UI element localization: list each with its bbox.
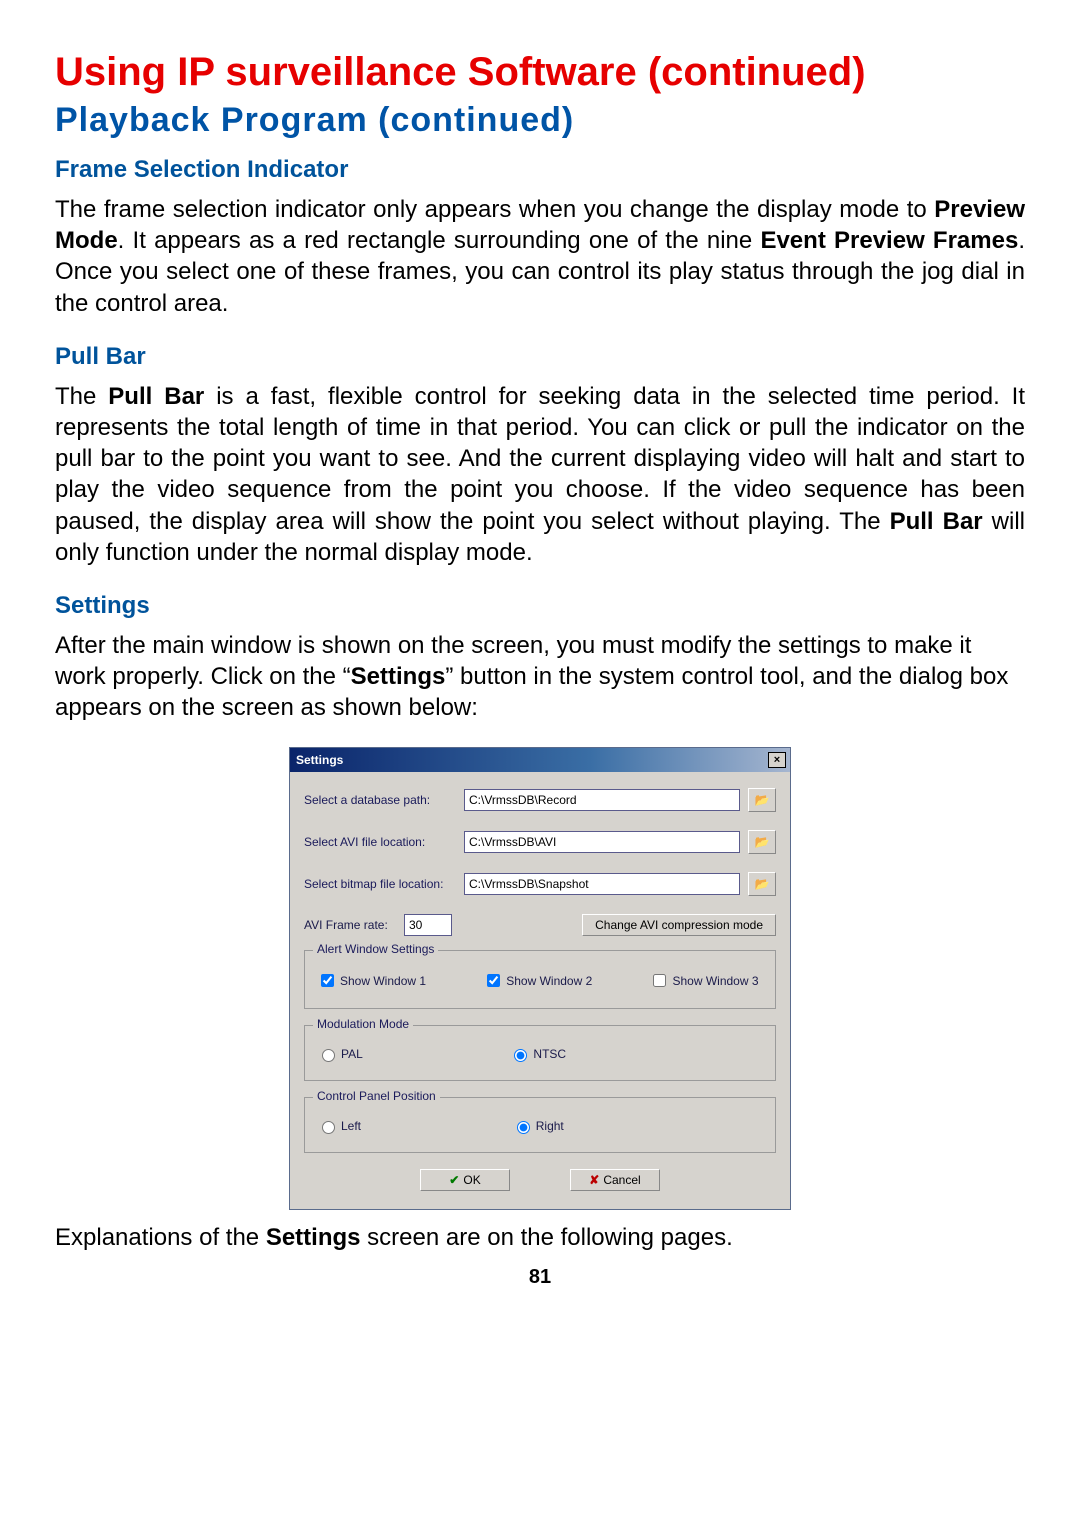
page-title-sub: Playback Program (continued) bbox=[55, 101, 1025, 140]
folder-icon bbox=[755, 877, 770, 891]
bmp-loc-input[interactable] bbox=[464, 873, 740, 895]
paragraph-settings: After the main window is shown on the sc… bbox=[55, 630, 1025, 724]
folder-icon bbox=[755, 793, 770, 807]
browse-bmp-button[interactable] bbox=[748, 872, 776, 896]
ntsc-radio[interactable]: NTSC bbox=[464, 1046, 611, 1062]
page-number: 81 bbox=[55, 1266, 1025, 1289]
modulation-group-title: Modulation Mode bbox=[313, 1017, 413, 1031]
change-avi-button[interactable]: Change AVI compression mode bbox=[582, 914, 776, 936]
paragraph-pull-bar: The Pull Bar is a fast, flexible control… bbox=[55, 381, 1025, 568]
page-title-main: Using IP surveillance Software (continue… bbox=[55, 50, 1025, 95]
show-window-2-checkbox[interactable]: Show Window 2 bbox=[464, 971, 611, 990]
avi-loc-label: Select AVI file location: bbox=[304, 835, 464, 849]
control-panel-group-title: Control Panel Position bbox=[313, 1089, 440, 1103]
pal-radio[interactable]: PAL bbox=[317, 1046, 464, 1062]
frame-rate-input[interactable] bbox=[404, 914, 452, 936]
cancel-button[interactable]: ✘Cancel bbox=[570, 1169, 660, 1191]
ok-button[interactable]: ✔OK bbox=[420, 1169, 510, 1191]
folder-icon bbox=[755, 835, 770, 849]
section-heading-settings: Settings bbox=[55, 592, 1025, 620]
browse-avi-button[interactable] bbox=[748, 830, 776, 854]
browse-db-button[interactable] bbox=[748, 788, 776, 812]
right-radio[interactable]: Right bbox=[464, 1118, 611, 1134]
x-icon: ✘ bbox=[589, 1173, 599, 1187]
frame-rate-label: AVI Frame rate: bbox=[304, 918, 404, 932]
settings-dialog: Settings × Select a database path: Selec… bbox=[289, 747, 791, 1210]
section-heading-frame-indicator: Frame Selection Indicator bbox=[55, 156, 1025, 184]
section-heading-pull-bar: Pull Bar bbox=[55, 343, 1025, 371]
dialog-title: Settings bbox=[296, 753, 343, 767]
bmp-loc-label: Select bitmap file location: bbox=[304, 877, 464, 891]
close-button[interactable]: × bbox=[768, 752, 786, 768]
db-path-input[interactable] bbox=[464, 789, 740, 811]
check-icon: ✔ bbox=[449, 1173, 459, 1187]
alert-group-title: Alert Window Settings bbox=[313, 942, 438, 956]
show-window-3-checkbox[interactable]: Show Window 3 bbox=[611, 971, 758, 990]
close-icon: × bbox=[774, 754, 780, 766]
alert-window-group: Alert Window Settings Show Window 1 Show… bbox=[304, 950, 776, 1009]
show-window-1-checkbox[interactable]: Show Window 1 bbox=[317, 971, 464, 990]
paragraph-frame-indicator: The frame selection indicator only appea… bbox=[55, 194, 1025, 319]
caption-explanations: Explanations of the Settings screen are … bbox=[55, 1224, 1025, 1252]
modulation-mode-group: Modulation Mode PAL NTSC bbox=[304, 1025, 776, 1081]
db-path-label: Select a database path: bbox=[304, 793, 464, 807]
control-panel-position-group: Control Panel Position Left Right bbox=[304, 1097, 776, 1153]
left-radio[interactable]: Left bbox=[317, 1118, 464, 1134]
avi-loc-input[interactable] bbox=[464, 831, 740, 853]
